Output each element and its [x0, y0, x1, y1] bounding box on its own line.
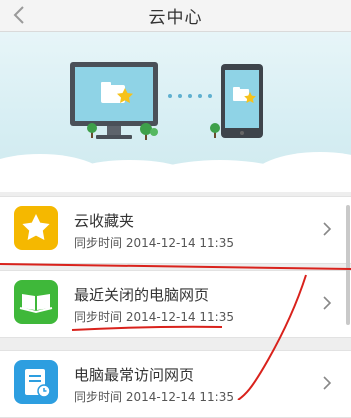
sync-dots	[168, 94, 212, 98]
annotation-line-top	[0, 263, 351, 270]
item-title: 云收藏夹	[74, 212, 135, 230]
cloud-shapes	[0, 152, 351, 192]
list-item-recent-closed-pages[interactable]: 最近关闭的电脑网页 同步时间 2014-12-14 11:35	[0, 270, 351, 338]
list-item-most-visited-pages[interactable]: 电脑最常访问网页 同步时间 2014-12-14 11:35	[0, 350, 351, 418]
list-item-cloud-favorites[interactable]: 云收藏夹 同步时间 2014-12-14 11:35	[0, 196, 351, 264]
sync-illustration	[0, 32, 351, 192]
sync-time: 同步时间 2014-12-14 11:35	[74, 236, 234, 250]
chevron-right-icon	[323, 222, 332, 236]
chevron-right-icon	[323, 376, 332, 390]
chevron-right-icon	[323, 296, 332, 310]
sync-time: 同步时间 2014-12-14 11:35	[74, 390, 234, 404]
document-icon	[14, 360, 58, 404]
open-book-icon	[14, 280, 58, 324]
sync-time: 同步时间 2014-12-14 11:35	[74, 310, 234, 324]
page-title: 云中心	[148, 8, 203, 28]
star-icon	[14, 206, 58, 250]
item-title: 最近关闭的电脑网页	[74, 286, 210, 304]
phone-icon	[221, 64, 263, 138]
top-bar: 云中心	[0, 0, 351, 32]
scrollbar[interactable]	[346, 205, 350, 325]
item-title: 电脑最常访问网页	[74, 366, 195, 384]
